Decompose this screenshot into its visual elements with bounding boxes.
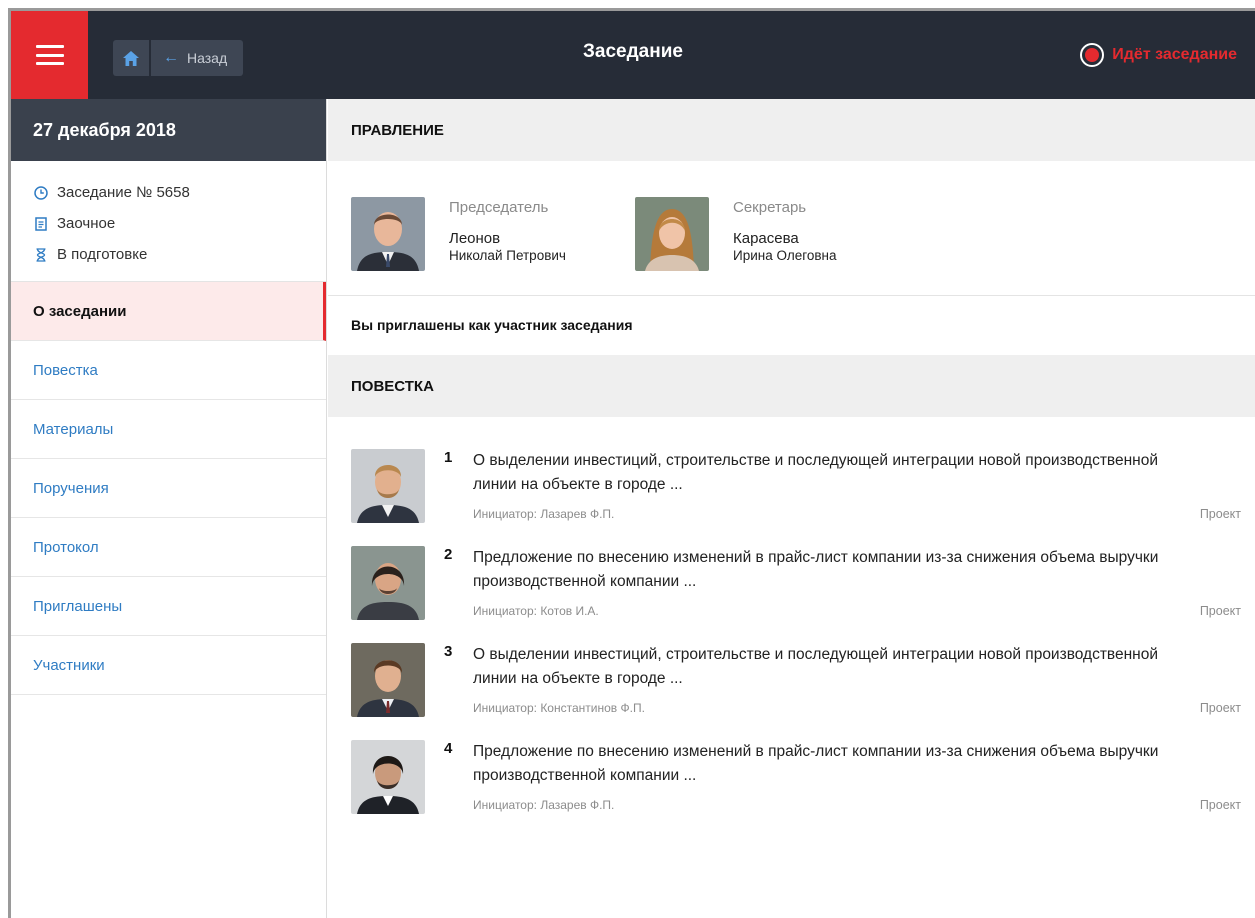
hamburger-icon [35,45,64,65]
top-bar: ← Назад Заседание Идёт заседание [11,11,1255,99]
app-window: ← Назад Заседание Идёт заседание 27 дека… [8,8,1255,918]
home-button[interactable] [113,40,149,76]
sidebar-item-protocol[interactable]: Протокол [11,518,326,577]
sidebar-item-participants[interactable]: Участники [11,636,326,695]
sidebar-item-assignments[interactable]: Поручения [11,459,326,518]
board-section: Председатель Леонов Николай Петрович Сек… [328,161,1255,296]
sidebar-item-invited[interactable]: Приглашены [11,577,326,636]
initiator-avatar [351,643,425,717]
sidebar-item-materials[interactable]: Материалы [11,400,326,459]
arrow-left-icon: ← [163,49,179,66]
chairman-given-name: Николай Петрович [449,248,566,263]
initiator-avatar [351,546,425,620]
agenda-initiator: Инициатор: Лазарев Ф.П. [473,798,615,812]
meeting-status[interactable]: Идёт заседание [1080,43,1237,67]
agenda-list: 1 О выделении инвестиций, строительстве … [328,417,1255,837]
meeting-date: 27 декабря 2018 [11,99,326,161]
agenda-title[interactable]: Предложение по внесению изменений в прай… [473,546,1193,594]
meeting-state: В подготовке [33,239,326,270]
meeting-number-text: Заседание № 5658 [57,184,190,201]
agenda-status: Проект [1199,507,1241,521]
agenda-item[interactable]: 1 О выделении инвестиций, строительстве … [328,449,1255,546]
agenda-status: Проект [1199,798,1241,812]
secretary-surname: Карасева [733,230,799,247]
agenda-item[interactable]: 3 О выделении инвестиций, строительстве … [328,643,1255,740]
invitation-notice: Вы приглашены как участник заседания [351,317,633,333]
agenda-status: Проект [1199,604,1241,618]
chairman-role: Председатель [449,199,549,216]
home-icon [123,50,139,66]
back-button[interactable]: ← Назад [151,40,244,76]
back-label: Назад [187,50,228,66]
agenda-heading: ПОВЕСТКА [328,355,1255,417]
secretary-avatar [635,197,709,271]
agenda-number: 2 [444,546,453,563]
document-icon [33,216,49,232]
agenda-title[interactable]: Предложение по внесению изменений в прай… [473,740,1193,788]
meeting-state-text: В подготовке [57,246,148,263]
agenda-item[interactable]: 2 Предложение по внесению изменений в пр… [328,546,1255,643]
sidebar: 27 декабря 2018 Заседание № 5658 Заочное… [11,99,327,918]
secretary-role: Секретарь [733,199,807,216]
sidebar-item-agenda[interactable]: Повестка [11,341,326,400]
agenda-number: 1 [444,449,453,466]
meeting-number: Заседание № 5658 [33,177,326,208]
meeting-form-text: Заочное [57,215,116,232]
record-icon [1080,43,1105,67]
hourglass-icon [33,247,49,263]
initiator-avatar [351,449,425,523]
chairman-card[interactable]: Председатель Леонов Николай Петрович [351,197,566,271]
agenda-status: Проект [1199,701,1241,715]
meeting-form: Заочное [33,208,326,239]
agenda-initiator: Инициатор: Лазарев Ф.П. [473,507,615,521]
agenda-initiator: Инициатор: Константинов Ф.П. [473,701,645,715]
main-content: ПРАВЛЕНИЕ Председатель Леонов Николай Пе… [328,99,1255,918]
sidebar-item-about[interactable]: О заседании [11,282,326,341]
agenda-number: 3 [444,643,453,660]
board-heading: ПРАВЛЕНИЕ [328,99,1255,161]
meeting-meta: Заседание № 5658 Заочное В подготовке [11,161,326,282]
secretary-given-name: Ирина Олеговна [733,248,837,263]
agenda-number: 4 [444,740,453,757]
agenda-item[interactable]: 4 Предложение по внесению изменений в пр… [328,740,1255,837]
agenda-title[interactable]: О выделении инвестиций, строительстве и … [473,643,1193,691]
clock-icon [33,185,49,201]
secretary-card[interactable]: Секретарь Карасева Ирина Олеговна [635,197,836,271]
menu-button[interactable] [11,11,88,99]
nav-group: ← Назад [113,40,244,76]
agenda-initiator: Инициатор: Котов И.А. [473,604,599,618]
agenda-title[interactable]: О выделении инвестиций, строительстве и … [473,449,1193,497]
chairman-surname: Леонов [449,230,501,247]
chairman-avatar [351,197,425,271]
initiator-avatar [351,740,425,814]
status-text: Идёт заседание [1112,46,1237,63]
